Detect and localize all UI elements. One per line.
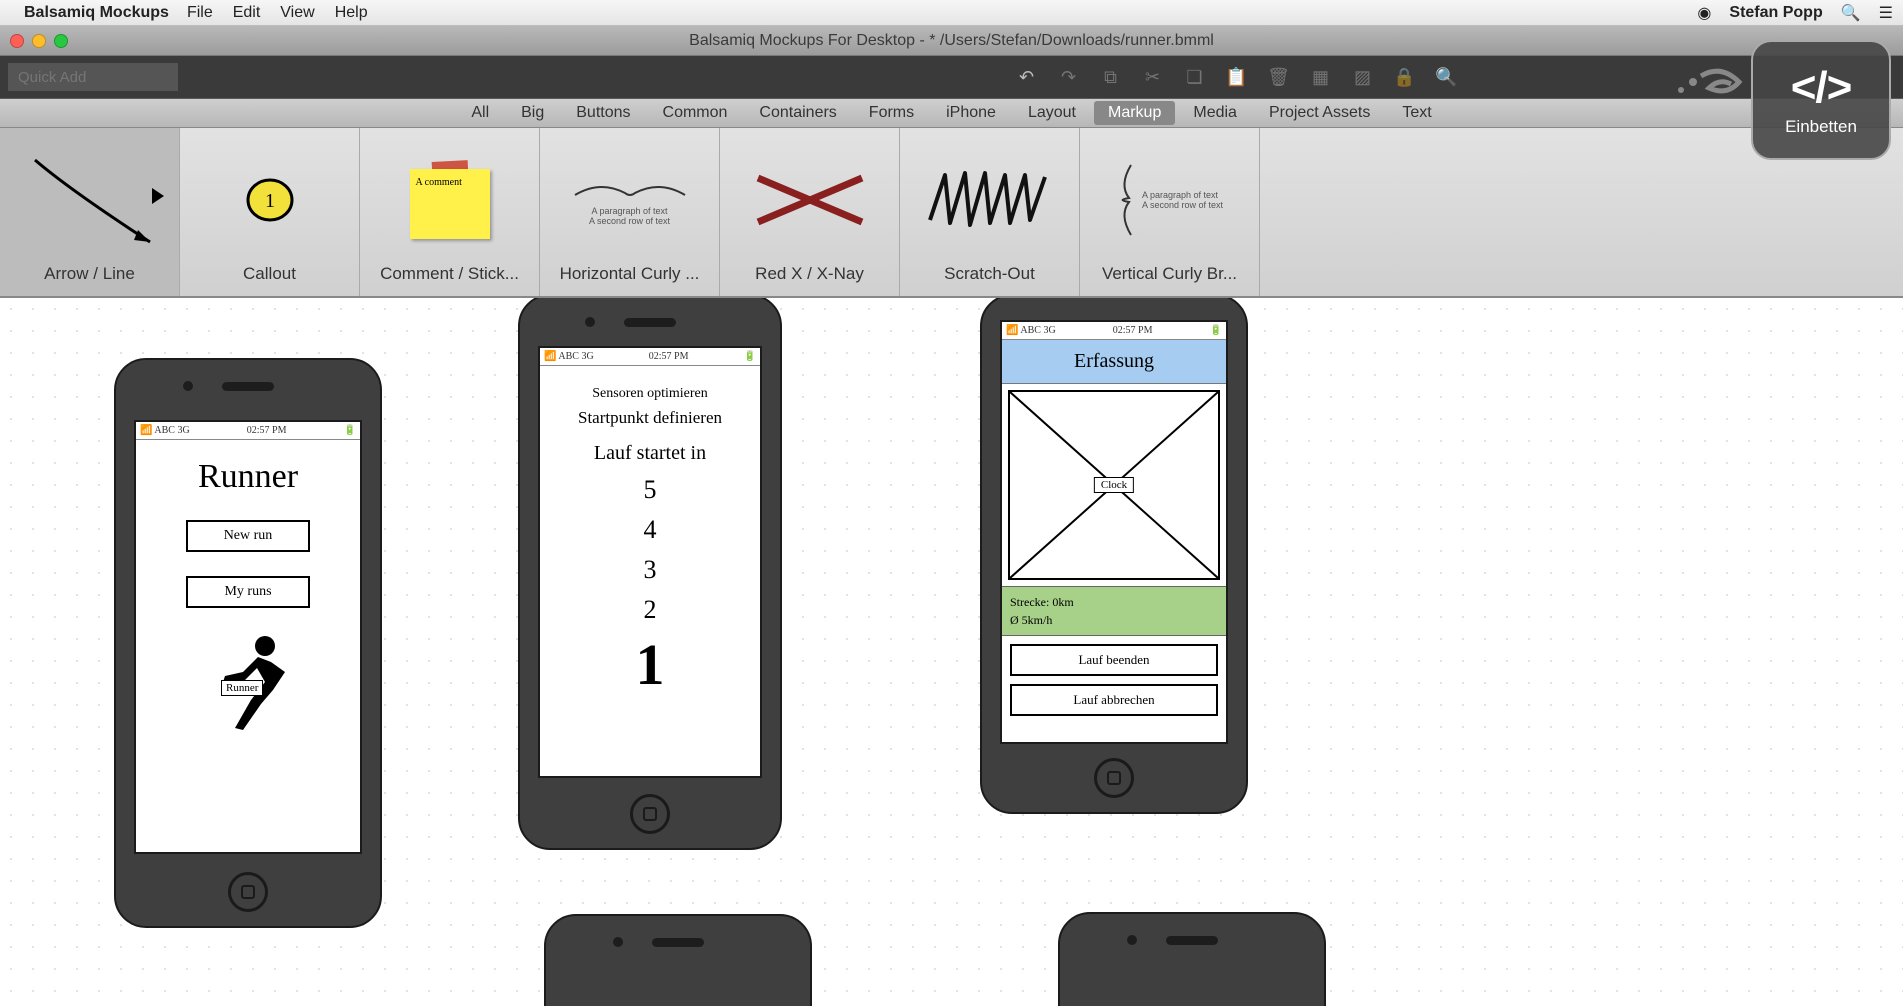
toolbar-icons: ↶ ↷ ⧉ ✂ ❏ 📋 🗑 ▦ ▨ 🔒 🔍: [1017, 67, 1457, 87]
copy-icon[interactable]: ⧉: [1101, 67, 1121, 87]
group-icon[interactable]: ▦: [1311, 67, 1331, 87]
lib-label: Comment / Stick...: [380, 264, 519, 284]
distance-stat: Strecke: 0km: [1010, 593, 1218, 611]
embed-label: Einbetten: [1785, 117, 1857, 137]
record-icon[interactable]: ◉: [1697, 3, 1711, 23]
sensors-label: Sensoren optimieren: [540, 386, 760, 402]
redo-icon[interactable]: ↷: [1059, 67, 1079, 87]
app-title: Runner: [136, 440, 360, 520]
end-run-button[interactable]: Lauf beenden: [1010, 644, 1218, 676]
embed-code-icon: </>: [1791, 63, 1852, 113]
arrow-line-preview-icon: [20, 150, 160, 250]
category-bar: All Big Buttons Common Containers Forms …: [0, 98, 1903, 128]
mac-menubar: Balsamiq Mockups File Edit View Help ◉ S…: [0, 0, 1903, 26]
window-title: Balsamiq Mockups For Desktop - * /Users/…: [689, 32, 1214, 50]
cat-markup[interactable]: Markup: [1094, 101, 1175, 125]
home-button[interactable]: [1094, 758, 1134, 798]
runner-icon-label: Runner: [221, 680, 263, 696]
mockup-phone-4[interactable]: [544, 914, 812, 1006]
minimize-window-button[interactable]: [32, 34, 46, 48]
spotlight-icon[interactable]: 🔍: [1841, 3, 1861, 23]
app-name[interactable]: Balsamiq Mockups: [24, 4, 169, 22]
v-curly-preview-icon: A paragraph of text A second row of text: [1116, 160, 1223, 240]
menu-help[interactable]: Help: [335, 4, 368, 22]
h-curly-preview-icon: A paragraph of text A second row of text: [570, 175, 690, 226]
lib-scratch-out[interactable]: Scratch-Out: [900, 128, 1080, 296]
status-bar: 📶 ABC 3G 02:57 PM 🔋: [540, 348, 760, 366]
status-bar: 📶 ABC 3G 02:57 PM 🔋: [136, 422, 360, 440]
lib-arrow-line[interactable]: Arrow / Line: [0, 128, 180, 296]
cat-media[interactable]: Media: [1179, 101, 1251, 125]
search-icon[interactable]: 🔍: [1437, 67, 1457, 87]
lib-comment-sticky[interactable]: A comment Comment / Stick...: [360, 128, 540, 296]
quick-add-input[interactable]: [8, 63, 178, 91]
run-stats: Strecke: 0km Ø 5km/h: [1002, 586, 1226, 636]
zoom-window-button[interactable]: [54, 34, 68, 48]
sticky-preview-icon: A comment: [410, 161, 490, 239]
lib-red-x[interactable]: Red X / X-Nay: [720, 128, 900, 296]
balsamiq-logo-icon: [1673, 68, 1743, 98]
scratch-out-preview-icon: [920, 165, 1060, 235]
menu-view[interactable]: View: [280, 4, 314, 22]
lib-vertical-curly[interactable]: A paragraph of text A second row of text…: [1080, 128, 1260, 296]
close-window-button[interactable]: [10, 34, 24, 48]
lib-label: Scratch-Out: [944, 264, 1035, 284]
menu-edit[interactable]: Edit: [233, 4, 261, 22]
red-x-preview-icon: [750, 170, 870, 230]
undo-icon[interactable]: ↶: [1017, 67, 1037, 87]
clock-image-placeholder: Clock: [1008, 390, 1220, 580]
lock-icon[interactable]: 🔒: [1395, 67, 1415, 87]
clock-label: Clock: [1094, 477, 1134, 493]
main-toolbar: ↶ ↷ ⧉ ✂ ❏ 📋 🗑 ▦ ▨ 🔒 🔍: [0, 56, 1903, 98]
mockup-phone-1[interactable]: 📶 ABC 3G 02:57 PM 🔋 Runner New run My ru…: [114, 358, 382, 928]
traffic-lights: [10, 34, 68, 48]
delete-icon[interactable]: 🗑: [1269, 67, 1289, 87]
capture-header: Erfassung: [1002, 340, 1226, 384]
lib-label: Vertical Curly Br...: [1102, 264, 1237, 284]
my-runs-button[interactable]: My runs: [186, 576, 310, 608]
cat-project-assets[interactable]: Project Assets: [1255, 101, 1384, 125]
status-bar: 📶 ABC 3G 02:57 PM 🔋: [1002, 322, 1226, 340]
menu-file[interactable]: File: [187, 4, 213, 22]
lib-label: Arrow / Line: [44, 264, 135, 284]
svg-text:1: 1: [265, 190, 275, 212]
ui-library: Arrow / Line 1 Callout A comment Comment…: [0, 128, 1903, 298]
lib-label: Callout: [243, 264, 296, 284]
home-button[interactable]: [630, 794, 670, 834]
window-titlebar: Balsamiq Mockups For Desktop - * /Users/…: [0, 26, 1903, 56]
cat-text[interactable]: Text: [1388, 101, 1445, 125]
lib-horizontal-curly[interactable]: A paragraph of text A second row of text…: [540, 128, 720, 296]
duplicate-icon[interactable]: ❏: [1185, 67, 1205, 87]
embed-badge[interactable]: </> Einbetten: [1751, 40, 1891, 160]
runner-icon: Runner: [203, 632, 293, 732]
mockup-phone-3[interactable]: 📶 ABC 3G 02:57 PM 🔋 Erfassung Clock Stre…: [980, 298, 1248, 814]
paste-icon[interactable]: 📋: [1227, 67, 1247, 87]
cat-common[interactable]: Common: [649, 101, 742, 125]
list-icon[interactable]: ☰: [1879, 3, 1893, 23]
canvas[interactable]: 📶 ABC 3G 02:57 PM 🔋 Runner New run My ru…: [0, 298, 1903, 1006]
countdown-list: 5 4 3 2 1: [540, 475, 760, 698]
speed-stat: Ø 5km/h: [1010, 611, 1218, 629]
user-name[interactable]: Stefan Popp: [1729, 4, 1822, 22]
cat-buttons[interactable]: Buttons: [562, 101, 644, 125]
lib-callout[interactable]: 1 Callout: [180, 128, 360, 296]
mockup-phone-2[interactable]: 📶 ABC 3G 02:57 PM 🔋 Sensoren optimieren …: [518, 298, 782, 850]
countdown-label: Lauf startet in: [540, 442, 760, 465]
cat-containers[interactable]: Containers: [745, 101, 850, 125]
callout-preview-icon: 1: [245, 175, 295, 225]
new-run-button[interactable]: New run: [186, 520, 310, 552]
cat-layout[interactable]: Layout: [1014, 101, 1090, 125]
cut-icon[interactable]: ✂: [1143, 67, 1163, 87]
startpoint-label: Startpunkt definieren: [540, 408, 760, 428]
lib-label: Red X / X-Nay: [755, 264, 864, 284]
cat-all[interactable]: All: [457, 101, 503, 125]
home-button[interactable]: [228, 872, 268, 912]
ungroup-icon[interactable]: ▨: [1353, 67, 1373, 87]
cancel-run-button[interactable]: Lauf abbrechen: [1010, 684, 1218, 716]
lib-label: Horizontal Curly ...: [560, 264, 700, 284]
mockup-phone-5[interactable]: [1058, 912, 1326, 1006]
cat-iphone[interactable]: iPhone: [932, 101, 1010, 125]
cat-forms[interactable]: Forms: [855, 101, 928, 125]
cat-big[interactable]: Big: [507, 101, 558, 125]
